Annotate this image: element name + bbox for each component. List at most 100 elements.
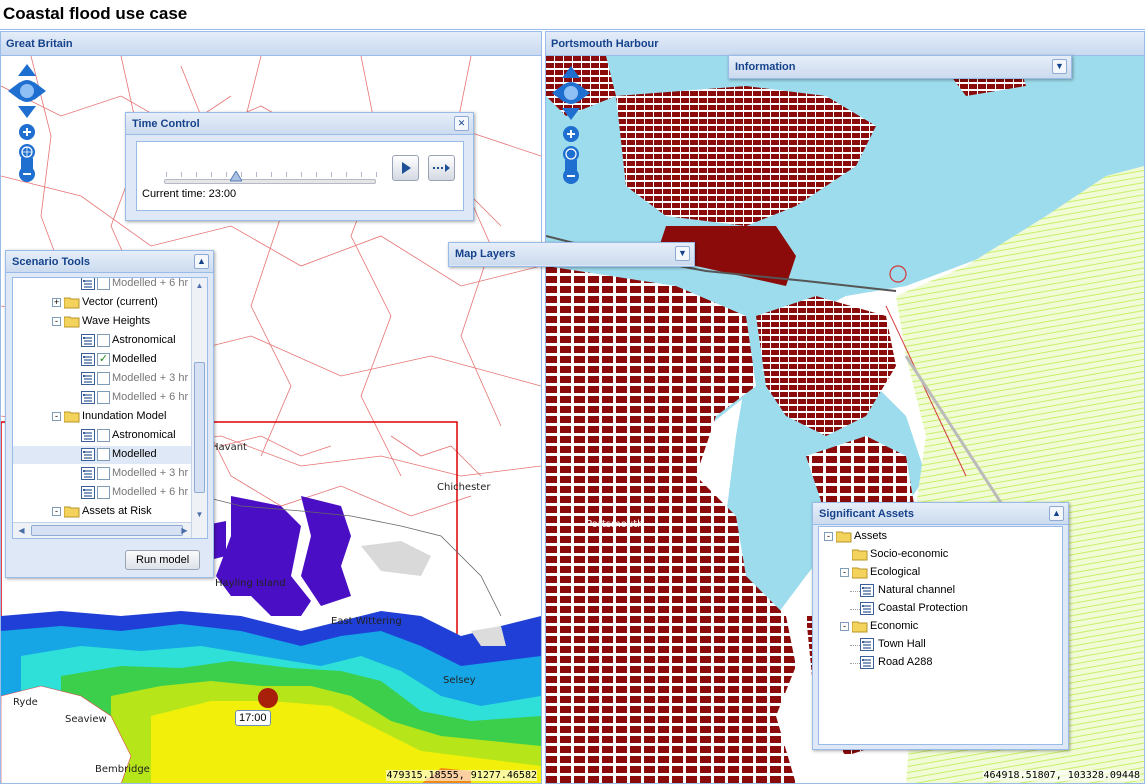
asset-row-label: Assets (854, 530, 888, 542)
step-forward-button[interactable] (428, 155, 455, 181)
scroll-thumb[interactable] (194, 362, 205, 493)
asset-folder-row[interactable]: Socio-economic (819, 546, 1049, 564)
information-header[interactable]: Information ▼ (729, 56, 1071, 78)
left-map-nav-control (8, 64, 48, 194)
layer-checkbox[interactable]: ✓ (97, 353, 110, 366)
run-model-button[interactable]: Run model (125, 550, 201, 570)
collapse-icon[interactable]: ▲ (194, 254, 209, 269)
expand-icon[interactable]: ▼ (675, 246, 690, 261)
tree-row-label: Assets at Risk (82, 505, 152, 517)
layer-checkbox[interactable] (97, 467, 110, 480)
place-seaview: Seaview (65, 714, 107, 725)
time-control-header[interactable]: Time Control ✕ (126, 113, 473, 135)
folder-icon (836, 531, 852, 543)
play-button[interactable] (392, 155, 419, 181)
tree-layer-row[interactable]: Modelled + 6 hr (13, 389, 193, 407)
folder-icon (852, 549, 868, 561)
tree-row-label: Modelled + 6 hr (112, 486, 189, 498)
close-icon[interactable]: ✕ (454, 116, 469, 131)
asset-layer-row[interactable]: Natural channel (819, 582, 1049, 600)
asset-folder-row[interactable]: - Economic (819, 618, 1049, 636)
asset-layer-row[interactable]: Coastal Protection (819, 600, 1049, 618)
scenario-tree-hscrollbar[interactable]: ◀ ▶ (13, 522, 191, 538)
asset-row-label: Economic (870, 620, 919, 632)
slider-tick (181, 172, 182, 177)
tree-connector (850, 591, 860, 592)
asset-row-label: Coastal Protection (878, 602, 968, 614)
pan-down-icon[interactable] (18, 106, 36, 118)
asset-layer-row[interactable]: Road A288 (819, 654, 1049, 672)
layer-checkbox[interactable] (97, 372, 110, 385)
layer-icon (81, 467, 95, 480)
map-layers-header[interactable]: Map Layers ▼ (449, 243, 694, 265)
layer-checkbox[interactable] (97, 278, 110, 290)
hscroll-thumb[interactable] (31, 525, 183, 536)
tree-folder-row[interactable]: - Wave Heights (13, 313, 193, 331)
scroll-down-icon[interactable]: ▼ (193, 508, 206, 521)
slider-tick (331, 172, 332, 177)
collapse-icon[interactable]: ▲ (1049, 506, 1064, 521)
tree-row-label: Modelled + 3 hr (112, 372, 189, 384)
collapse-icon[interactable]: - (840, 622, 849, 631)
tree-layer-row[interactable]: Astronomical (13, 427, 193, 445)
expand-icon[interactable]: + (52, 298, 61, 307)
folder-icon (64, 316, 80, 328)
map-layers-panel: Map Layers ▼ (448, 242, 695, 267)
slider-tick (196, 172, 197, 177)
significant-assets-tree: - Assets Socio-economic - Ecological Natural … (818, 526, 1063, 745)
slider-tick (166, 172, 167, 177)
collapse-icon[interactable]: - (52, 317, 61, 326)
layer-icon (860, 584, 874, 597)
tree-folder-row[interactable]: - Assets at Risk (13, 503, 193, 521)
pan-up-icon[interactable] (18, 64, 36, 76)
layer-checkbox[interactable] (97, 334, 110, 347)
expand-icon[interactable]: ▼ (1052, 59, 1067, 74)
folder-icon (852, 567, 868, 579)
tree-layer-row[interactable]: Astronomical (13, 332, 193, 350)
tree-row-label: Inundation Model (82, 410, 167, 422)
scenario-tools-panel: Scenario Tools ▲ Modelled + 6 hr + Vector … (5, 250, 214, 578)
tree-layer-row[interactable]: Modelled + 3 hr (13, 465, 193, 483)
pan-down-icon[interactable] (562, 108, 580, 120)
scenario-tools-header[interactable]: Scenario Tools ▲ (6, 251, 213, 273)
time-control-title: Time Control (132, 118, 200, 130)
tree-folder-row[interactable]: - Inundation Model (13, 408, 193, 426)
tree-layer-row[interactable]: Modelled + 6 hr (13, 484, 193, 502)
scroll-left-icon[interactable]: ◀ (15, 524, 28, 537)
layer-icon (860, 656, 874, 669)
asset-folder-row[interactable]: - Ecological (819, 564, 1049, 582)
collapse-icon[interactable]: - (52, 412, 61, 421)
folder-icon (64, 297, 80, 309)
layer-checkbox[interactable] (97, 448, 110, 461)
pan-up-icon[interactable] (562, 66, 580, 78)
layer-checkbox[interactable] (97, 391, 110, 404)
collapse-icon[interactable]: - (52, 507, 61, 516)
scenario-tree-vscrollbar[interactable]: ▲ ▼ (191, 278, 207, 538)
layer-icon (81, 391, 95, 404)
time-slider-thumb[interactable] (230, 171, 243, 183)
tree-layer-row[interactable]: Modelled + 3 hr (13, 370, 193, 388)
tree-layer-row[interactable]: ✓ Modelled (13, 351, 193, 369)
play-icon (402, 162, 411, 174)
layer-checkbox[interactable] (97, 486, 110, 499)
scroll-up-icon[interactable]: ▲ (193, 279, 206, 292)
asset-folder-row[interactable]: - Assets (819, 528, 1049, 546)
collapse-icon[interactable]: - (840, 568, 849, 577)
scroll-right-icon[interactable]: ▶ (178, 524, 191, 537)
slider-tick (376, 172, 377, 177)
tree-row-label: Modelled + 6 hr (112, 277, 189, 289)
significant-assets-header[interactable]: Significant Assets ▲ (813, 503, 1068, 525)
tree-folder-row[interactable]: + Vector (current) (13, 294, 193, 312)
asset-row-label: Road A288 (878, 656, 933, 668)
tree-layer-row[interactable]: Modelled (13, 446, 193, 464)
time-slider-track[interactable] (164, 179, 376, 184)
asset-layer-row[interactable]: Town Hall (819, 636, 1049, 654)
pan-control (8, 64, 46, 118)
layer-checkbox[interactable] (97, 429, 110, 442)
scenario-layer-tree: Modelled + 6 hr + Vector (current) - Wave He… (12, 277, 208, 539)
asset-row-label: Town Hall (878, 638, 926, 650)
portsmouth-pane-header: Portsmouth Harbour (546, 32, 1144, 56)
place-chichester: Chichester (437, 482, 491, 493)
collapse-icon[interactable]: - (824, 532, 833, 541)
tree-layer-row[interactable]: Modelled + 6 hr (13, 277, 193, 293)
